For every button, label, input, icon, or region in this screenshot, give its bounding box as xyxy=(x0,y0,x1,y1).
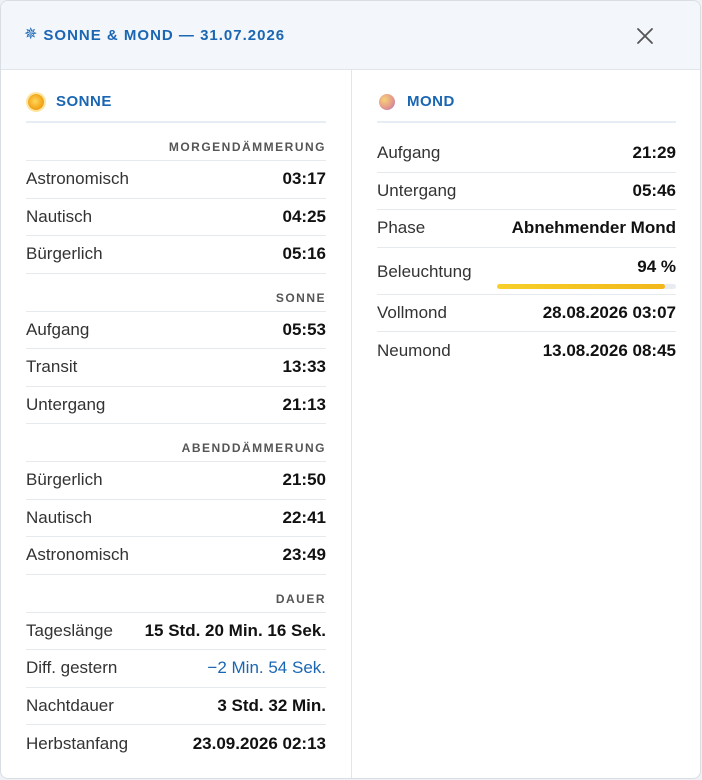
row-label: Transit xyxy=(26,357,78,377)
row-label: Astronomisch xyxy=(26,545,129,565)
row-value: 23:49 xyxy=(282,545,326,565)
sun-burst-icon: ✵ xyxy=(24,26,38,43)
row-value: 23.09.2026 02:13 xyxy=(192,733,326,753)
row-label: Aufgang xyxy=(377,143,441,163)
row-value: 21:29 xyxy=(632,143,676,163)
row-value: 15 Std. 20 Min. 16 Sek. xyxy=(144,620,326,640)
row-label: Untergang xyxy=(26,394,106,414)
sun-section-title: SONNE xyxy=(56,93,112,110)
moon-section-header: MOND xyxy=(377,70,676,123)
table-row: Nautisch 04:25 xyxy=(26,199,326,236)
row-label: Nachtdauer xyxy=(26,695,114,715)
close-icon xyxy=(637,28,653,44)
row-label: Herbstanfang xyxy=(26,733,129,753)
row-label: Bürgerlich xyxy=(26,470,103,490)
illumination-value: 94 % xyxy=(637,257,676,276)
table-row: Bürgerlich 05:16 xyxy=(26,236,326,274)
row-label: Tageslänge xyxy=(26,620,113,640)
row-value: −2 Min. 54 Sek. xyxy=(207,658,326,678)
row-label: Diff. gestern xyxy=(26,658,118,678)
close-button[interactable] xyxy=(636,27,654,45)
table-row: Astronomisch 03:17 xyxy=(26,161,326,199)
group-heading-morning-twilight: MORGENDÄMMERUNG xyxy=(26,123,326,161)
row-value: Abnehmender Mond xyxy=(511,218,676,238)
table-row: Untergang 05:46 xyxy=(377,173,676,210)
moon-section-title: MOND xyxy=(407,93,455,110)
group-heading-duration: DAUER xyxy=(26,575,326,613)
group-heading-evening-twilight: ABENDDÄMMERUNG xyxy=(26,424,326,462)
row-label: Beleuchtung xyxy=(377,262,472,281)
sun-moon-dialog: ✵ SONNE & MOND — 31.07.2026 SONNE MORGEN… xyxy=(0,0,701,779)
table-row: Neumond 13.08.2026 08:45 xyxy=(377,332,676,370)
row-value: 03:17 xyxy=(282,169,326,189)
row-value: 05:46 xyxy=(632,180,676,200)
row-value: 22:41 xyxy=(282,507,326,527)
illumination-bar-fill xyxy=(497,284,666,289)
dialog-title: SONNE & MOND — 31.07.2026 xyxy=(43,26,286,44)
row-value: 04:25 xyxy=(282,206,326,226)
row-value: 05:16 xyxy=(282,244,326,264)
row-label: Aufgang xyxy=(26,319,90,339)
row-label: Vollmond xyxy=(377,302,447,322)
table-row: Nautisch 22:41 xyxy=(26,500,326,537)
dialog-header: ✵ SONNE & MOND — 31.07.2026 xyxy=(1,1,700,70)
row-value: 05:53 xyxy=(282,319,326,339)
sun-section-header: SONNE xyxy=(26,70,326,123)
table-row: Tageslänge 15 Std. 20 Min. 16 Sek. xyxy=(26,613,326,650)
row-value: 21:50 xyxy=(282,470,326,490)
table-row: Transit 13:33 xyxy=(26,349,326,387)
table-row: Phase Abnehmender Mond xyxy=(377,210,676,248)
row-value: 28.08.2026 03:07 xyxy=(542,302,676,322)
table-row: Untergang 21:13 xyxy=(26,387,326,424)
row-value: 13:33 xyxy=(282,357,326,377)
sun-icon xyxy=(28,93,44,110)
table-row: Astronomisch 23:49 xyxy=(26,537,326,575)
group-heading-sun: SONNE xyxy=(26,274,326,312)
row-label: Nautisch xyxy=(26,507,93,527)
row-label: Neumond xyxy=(377,340,451,360)
column-divider xyxy=(351,70,352,778)
moon-icon xyxy=(379,93,395,110)
row-label: Nautisch xyxy=(26,206,93,226)
row-label: Untergang xyxy=(377,180,457,200)
table-row: Aufgang 05:53 xyxy=(26,312,326,349)
illumination-row: Beleuchtung 94 % xyxy=(377,248,676,295)
sun-column: SONNE MORGENDÄMMERUNG Astronomisch 03:17… xyxy=(26,70,326,763)
table-row: Nachtdauer 3 Std. 32 Min. xyxy=(26,688,326,725)
table-row: Diff. gestern −2 Min. 54 Sek. xyxy=(26,650,326,688)
table-row: Aufgang 21:29 xyxy=(377,135,676,173)
illumination-bar xyxy=(497,284,676,289)
row-label: Astronomisch xyxy=(26,169,129,189)
table-row: Herbstanfang 23.09.2026 02:13 xyxy=(26,725,326,763)
row-label: Phase xyxy=(377,218,426,238)
table-row: Vollmond 28.08.2026 03:07 xyxy=(377,295,676,332)
moon-column: MOND Aufgang 21:29 Untergang 05:46 Phase… xyxy=(377,70,676,370)
row-value: 13.08.2026 08:45 xyxy=(542,340,676,360)
row-label: Bürgerlich xyxy=(26,244,103,264)
table-row: Bürgerlich 21:50 xyxy=(26,462,326,500)
row-value: 3 Std. 32 Min. xyxy=(217,695,326,715)
row-value: 21:13 xyxy=(282,394,326,414)
